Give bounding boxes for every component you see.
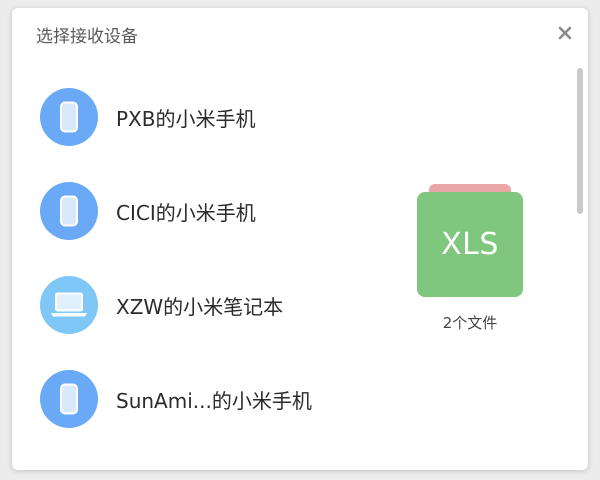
device-item-xzw-laptop[interactable]: XZW的小米笔记本 (40, 258, 400, 352)
device-item-pxb-phone[interactable]: PXB的小米手机 (40, 70, 400, 164)
close-icon (558, 26, 572, 40)
phone-icon (60, 101, 78, 133)
close-button[interactable] (554, 22, 576, 44)
device-name: CICI的小米手机 (116, 200, 256, 225)
device-list: PXB的小米手机 CICI的小米手机 XZW的小米笔记本 SunAmi...的小… (40, 70, 400, 446)
scrollbar-thumb[interactable] (577, 68, 583, 214)
phone-icon (60, 383, 78, 415)
select-device-dialog: 选择接收设备 PXB的小米手机 CICI的小米手机 XZW的小米笔记本 SunA… (12, 8, 588, 470)
dialog-title: 选择接收设备 (36, 27, 138, 47)
device-avatar (40, 88, 98, 146)
xls-file-icon: XLS (417, 192, 523, 297)
file-preview: XLS 2个文件 (417, 184, 523, 334)
file-type-label: XLS (441, 227, 499, 262)
device-name: XZW的小米笔记本 (116, 294, 284, 319)
laptop-icon (51, 292, 87, 317)
scrollbar[interactable] (576, 64, 584, 460)
device-name: SunAmi...的小米手机 (116, 388, 312, 413)
phone-icon (60, 195, 78, 227)
file-count: 2个文件 (442, 314, 498, 332)
device-avatar (40, 182, 98, 240)
device-item-cici-phone[interactable]: CICI的小米手机 (40, 164, 400, 258)
device-avatar (40, 370, 98, 428)
device-item-sunami-phone[interactable]: SunAmi...的小米手机 (40, 352, 400, 446)
device-avatar (40, 276, 98, 334)
device-name: PXB的小米手机 (116, 106, 256, 131)
